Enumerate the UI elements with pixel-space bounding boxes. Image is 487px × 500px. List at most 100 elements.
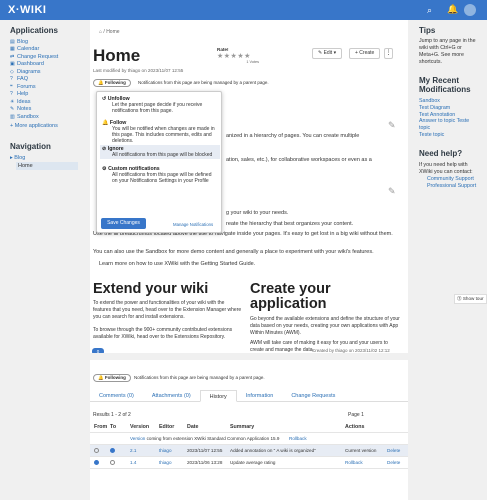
delete-link[interactable]: Delete xyxy=(387,448,407,453)
tab-change-requests[interactable]: Change Requests xyxy=(282,390,344,402)
editor-link[interactable]: thiago xyxy=(159,448,187,453)
separator xyxy=(90,353,408,360)
app-dashboard[interactable]: ▣ Dashboard xyxy=(10,61,78,69)
breadcrumb[interactable]: ⌂ / Home xyxy=(99,29,120,35)
edit-section-icon[interactable]: ✎ xyxy=(388,120,396,131)
tab-comments[interactable]: Comments (0) xyxy=(90,390,143,402)
tab-information[interactable]: Information xyxy=(237,390,283,402)
app-forums[interactable]: ❝ Forums xyxy=(10,83,78,91)
tab-bar: Comments (0) Attachments (0) History Inf… xyxy=(90,390,408,402)
manage-notifications-link[interactable]: Manage Notifications xyxy=(173,222,213,227)
col-from: From xyxy=(94,423,108,430)
col-actions: Actions xyxy=(345,423,365,430)
app-label: Help xyxy=(17,91,29,98)
recent-modification-link[interactable]: Test Diagram xyxy=(419,105,481,112)
radio-button[interactable] xyxy=(94,459,99,465)
rollback-link[interactable]: Rollback xyxy=(289,436,331,441)
rating-stars[interactable]: ★★★★★ xyxy=(217,52,259,60)
app-diagrams[interactable]: ◇ Diagrams xyxy=(10,68,78,76)
delete-link[interactable]: Delete xyxy=(387,460,407,465)
recent-modification-link[interactable]: Teste topic xyxy=(419,132,481,139)
results-count: Results 1 - 2 of 2 xyxy=(93,412,131,418)
left-panel: Applications ▤ Blog ▦ Calendar ⇄ Change Reque… xyxy=(0,20,88,500)
radio-button[interactable] xyxy=(94,447,99,453)
app-blog[interactable]: ▤ Blog xyxy=(10,38,78,46)
avatar[interactable] xyxy=(464,4,476,16)
edit-button[interactable]: ✎ Edit ▾ xyxy=(312,48,343,59)
diagram-icon: ◇ xyxy=(10,68,14,75)
extend-text: To extend the power and functionalities … xyxy=(93,300,242,320)
following-toggle-bottom[interactable]: 🔔 Following xyxy=(93,374,131,382)
version-cell[interactable]: Version coming from extension XWiki Stan… xyxy=(130,436,289,441)
to-radio[interactable] xyxy=(110,459,130,466)
to-radio[interactable] xyxy=(110,447,130,454)
custom-notifications-option[interactable]: ⚙ Custom notifications All notifications… xyxy=(100,165,220,185)
community-support-link[interactable]: Community Support xyxy=(419,176,481,183)
follow-option[interactable]: 🔔 Follow You will be notified when chang… xyxy=(100,119,220,146)
tree-item-home[interactable]: Home xyxy=(16,162,78,170)
option-description: Let the parent page decide if you receiv… xyxy=(112,102,203,115)
version-label: Version xyxy=(130,436,146,441)
pager[interactable]: Page 1 xyxy=(348,412,364,418)
edit-section-icon[interactable]: ✎ xyxy=(388,186,396,197)
sandbox-icon: ▥ xyxy=(10,113,15,120)
bell-icon[interactable]: 🔔 xyxy=(447,4,458,15)
navigation-title: Navigation xyxy=(10,142,51,151)
action-cell: Current version xyxy=(345,448,377,453)
app-calendar[interactable]: ▦ Calendar xyxy=(10,46,78,54)
app-faq[interactable]: ? FAQ xyxy=(10,76,78,84)
col-editor: Editor xyxy=(159,423,175,430)
app-ideas[interactable]: ☀ Ideas xyxy=(10,98,78,106)
search-icon[interactable]: ⌕ xyxy=(427,5,432,16)
tab-attachments[interactable]: Attachments (0) xyxy=(143,390,200,402)
app-label: Blog xyxy=(17,38,29,45)
table-row: 2.1 thiago 2023/11/07 12:55 Added annota… xyxy=(90,445,408,457)
unfollow-option[interactable]: ↺ Unfollow Let the parent page decide if… xyxy=(100,95,220,115)
recent-modification-link[interactable]: Sandbox xyxy=(419,98,481,105)
create-text: Go beyond the available extensions and d… xyxy=(250,316,400,336)
app-help[interactable]: ? Help xyxy=(10,91,78,99)
ignore-option[interactable]: ⊘ Ignore All notifications from this pag… xyxy=(100,145,220,160)
show-tour-button[interactable]: ⓵ Show tour xyxy=(454,294,487,304)
following-toggle[interactable]: 🔔 Following xyxy=(93,79,131,87)
rollback-link[interactable]: Rollback xyxy=(345,460,387,465)
date-cell: 2023/11/06 13:28 xyxy=(187,460,223,465)
recent-modifications-title: My Recent Modifications xyxy=(419,76,471,94)
table-row: 1.4 thiago 2023/11/06 13:28 Update avera… xyxy=(90,457,408,469)
editor-link[interactable]: thiago xyxy=(159,460,187,465)
create-button[interactable]: + Create xyxy=(349,48,381,59)
app-notes[interactable]: ✎ Notes xyxy=(10,106,78,114)
save-changes-button[interactable]: Save Changes xyxy=(101,218,146,229)
page-footer-tabs: 🔔 Following Notifications from this page… xyxy=(90,360,408,500)
xwiki-logo[interactable]: X·WIKI xyxy=(8,4,46,16)
app-label: Change Request xyxy=(17,53,59,60)
professional-support-link[interactable]: Professional Support xyxy=(419,183,481,190)
help-icon: ? xyxy=(10,91,13,98)
content-paragraph: ation, sales, etc.), for collaborative w… xyxy=(226,157,372,163)
from-radio[interactable] xyxy=(90,447,110,454)
tree-item-blog[interactable]: ▸ Blog xyxy=(10,154,78,162)
summary-cell: Added annotation on " A wiki is organize… xyxy=(230,448,316,453)
help-text: If you need help with XWiki you can cont… xyxy=(419,161,473,175)
version-link[interactable]: 1.4 xyxy=(130,460,159,465)
votes-count: 1 Votes xyxy=(246,60,259,64)
recent-modification-link[interactable]: Test Annotation xyxy=(419,112,481,119)
radio-button[interactable] xyxy=(110,447,115,453)
app-sandbox[interactable]: ▥ Sandbox xyxy=(10,113,78,121)
calendar-icon: ▦ xyxy=(10,46,15,53)
app-label: Forums xyxy=(17,83,36,90)
recent-modification-link[interactable]: Answer to topic Teste topic xyxy=(419,118,481,132)
summary-cell: Update average rating xyxy=(230,460,276,465)
ideas-icon: ☀ xyxy=(10,98,15,105)
more-applications-link[interactable]: + More applications xyxy=(10,123,78,131)
col-version: Version xyxy=(130,423,150,430)
app-change-request[interactable]: ⇄ Change Request xyxy=(10,53,78,61)
from-radio[interactable] xyxy=(90,459,110,466)
version-link[interactable]: 2.1 xyxy=(130,448,159,453)
date-cell: 2023/11/07 12:55 xyxy=(187,448,223,453)
tab-history[interactable]: History xyxy=(199,390,237,402)
more-actions-button[interactable]: ⋮ xyxy=(384,48,393,59)
radio-button[interactable] xyxy=(110,459,115,465)
follow-status-note: Notifications from this page are being m… xyxy=(134,375,265,380)
follow-status-note: Notifications from this page are being m… xyxy=(138,80,269,85)
